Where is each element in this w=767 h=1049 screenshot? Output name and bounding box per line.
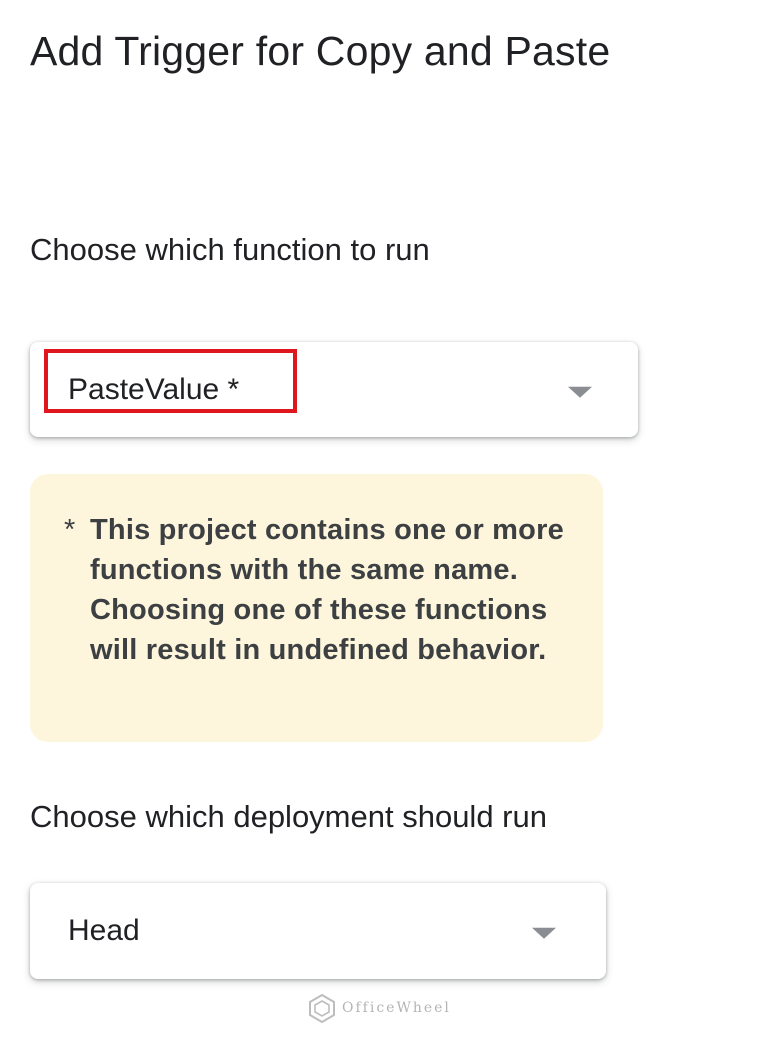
- caret-down-icon: [568, 386, 592, 398]
- caret-down-icon: [532, 927, 556, 939]
- deployment-dropdown[interactable]: Head: [30, 883, 606, 979]
- function-dropdown-value: PasteValue *: [68, 372, 240, 406]
- warning-asterisk: *: [64, 514, 76, 546]
- warning-text: This project contains one or more functi…: [90, 514, 564, 666]
- function-label: Choose which function to run: [30, 232, 430, 267]
- watermark: OfficeWheel: [308, 990, 451, 1026]
- watermark-text: OfficeWheel: [342, 1000, 451, 1016]
- officewheel-logo-icon: [309, 993, 335, 1023]
- deployment-label: Choose which deployment should run: [30, 799, 547, 834]
- duplicate-function-warning: * This project contains one or more func…: [30, 474, 603, 742]
- function-dropdown[interactable]: PasteValue *: [30, 342, 638, 437]
- deployment-dropdown-value: Head: [68, 914, 140, 947]
- page-title: Add Trigger for Copy and Paste: [30, 28, 611, 74]
